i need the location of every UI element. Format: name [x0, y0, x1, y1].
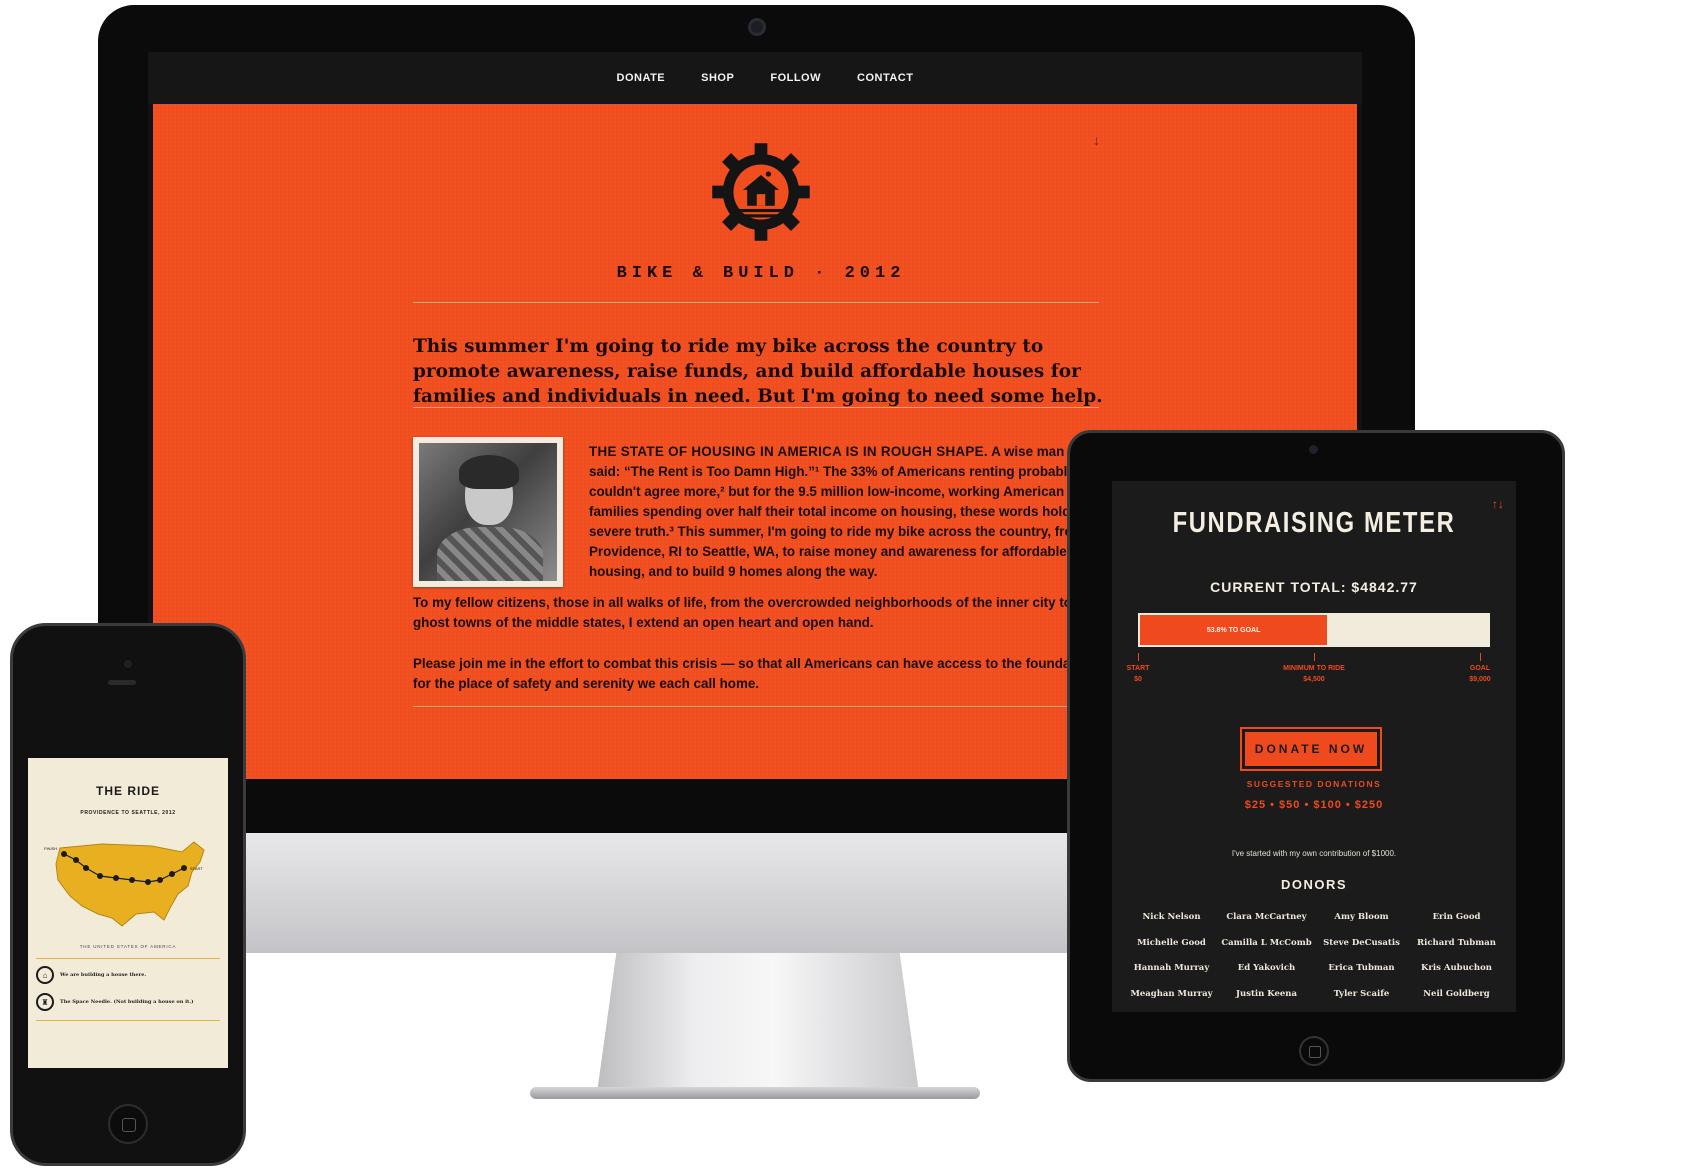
legend-space-needle: ♜ The Space Needle. (Not building a hous… — [36, 993, 193, 1011]
tablet-camera — [1309, 445, 1318, 454]
housing-paragraph: THE STATE OF HOUSING IN AMERICA IS IN RO… — [589, 442, 1104, 582]
housing-lead: THE STATE OF HOUSING IN AMERICA IS IN RO… — [589, 444, 988, 459]
nav-contact[interactable]: CONTACT — [857, 72, 913, 84]
site-title: BIKE & BUILD · 2012 — [616, 264, 906, 283]
scroll-down-icon[interactable]: ↓ — [1093, 132, 1100, 148]
meter-marker-minimum: MINIMUM TO RIDE $4,500 — [1269, 653, 1359, 685]
map-start-label: START — [190, 866, 203, 871]
meter-fill: 53.8% TO GOAL — [1140, 615, 1328, 645]
donor-name: Erica Tubman — [1328, 963, 1395, 973]
divider — [36, 958, 220, 959]
donor-name: Richard Tubman — [1417, 937, 1496, 948]
phone-screen: THE RIDE PROVIDENCE TO SEATTLE, 2012 FIN… — [28, 758, 228, 1068]
divider — [413, 407, 1099, 408]
phone-home-button — [108, 1104, 148, 1144]
ride-subtitle: PROVIDENCE TO SEATTLE, 2012 — [80, 810, 176, 816]
nav-donate[interactable]: DONATE — [617, 72, 666, 84]
nav-shop[interactable]: SHOP — [701, 72, 734, 84]
tablet-screen: ↑↓ FUNDRAISING METER CURRENT TOTAL: $484… — [1112, 481, 1516, 1012]
donor-name: Justin Keena — [1236, 988, 1297, 999]
donor-name: Nick Nelson — [1142, 912, 1201, 922]
meter-marker-start: START $0 — [1120, 653, 1156, 685]
imac-stand-base — [530, 1087, 980, 1099]
map-finish-label: FINISH — [44, 846, 57, 851]
fundraising-title: FUNDRAISING METER — [1172, 507, 1456, 539]
current-total: CURRENT TOTAL: $4842.77 — [1210, 579, 1418, 595]
donor-name: Erin Good — [1432, 912, 1481, 922]
scroll-arrows-icon[interactable]: ↑↓ — [1492, 497, 1504, 511]
country-label: THE UNITED STATES OF AMERICA — [79, 944, 177, 949]
legend-space-needle-text: The Space Needle. (Not building a house … — [60, 999, 194, 1005]
contribution-note: I've started with my own contribution of… — [1231, 849, 1397, 858]
donor-name: Tyler Scaife — [1333, 988, 1390, 999]
legend-house: ⌂ We are building a house there. — [36, 966, 146, 984]
donor-name: Kris Aubuchon — [1421, 963, 1492, 973]
join-paragraph: Please join me in the effort to combat t… — [413, 656, 1095, 691]
nav-follow[interactable]: FOLLOW — [770, 72, 821, 84]
phone-camera — [124, 660, 132, 668]
donor-name: Neil Goldberg — [1423, 988, 1490, 999]
donor-name: Steve DeCusatis — [1323, 937, 1400, 948]
donate-now-button[interactable]: DONATE NOW — [1240, 727, 1382, 771]
portrait-photo — [413, 437, 563, 587]
donors-title: DONORS — [1280, 877, 1348, 892]
donor-name: Amy Bloom — [1334, 912, 1389, 922]
ride-title: THE RIDE — [95, 784, 160, 798]
space-needle-icon: ♜ — [36, 993, 54, 1011]
house-icon: ⌂ — [36, 966, 54, 984]
usa-route-map: FINISH START — [44, 841, 205, 927]
meter-label: 53.8% TO GOAL — [1206, 626, 1261, 634]
tablet-home-button — [1299, 1036, 1329, 1066]
divider — [413, 302, 1099, 303]
divider — [413, 706, 1099, 707]
donor-name: Meaghan Murray — [1130, 988, 1213, 999]
divider — [36, 1020, 220, 1021]
citizens-paragraph: To my fellow citizens, those in all walk… — [413, 595, 1096, 630]
intro-text: This summer I'm going to ride my bike ac… — [413, 336, 1103, 407]
imac-camera — [748, 18, 766, 36]
legend-house-text: We are building a house there. — [60, 972, 147, 978]
donor-name: Ed Yakovich — [1237, 963, 1296, 973]
meter-marker-goal: GOAL $9,000 — [1460, 653, 1500, 685]
suggested-donations-label: SUGGESTED DONATIONS — [1246, 779, 1382, 789]
imac-stand — [597, 953, 919, 1093]
donor-name: Hannah Murray — [1133, 963, 1210, 973]
phone-speaker — [108, 680, 136, 685]
donor-list: Nick Nelson Clara McCartney Amy Bloom Erin … — [1124, 911, 1504, 1000]
top-nav: DONATE SHOP FOLLOW CONTACT — [148, 52, 1362, 104]
donor-name: Camilla L McComb — [1221, 937, 1312, 948]
donor-name: Michelle Good — [1137, 937, 1206, 948]
fundraising-meter: 53.8% TO GOAL — [1138, 613, 1490, 647]
gear-house-logo-icon — [712, 143, 810, 241]
housing-body: A wise man once said: “The Rent is Too D… — [589, 444, 1100, 579]
suggested-amounts[interactable]: $25 • $50 • $100 • $250 — [1112, 799, 1516, 811]
donor-name: Clara McCartney — [1226, 912, 1307, 922]
